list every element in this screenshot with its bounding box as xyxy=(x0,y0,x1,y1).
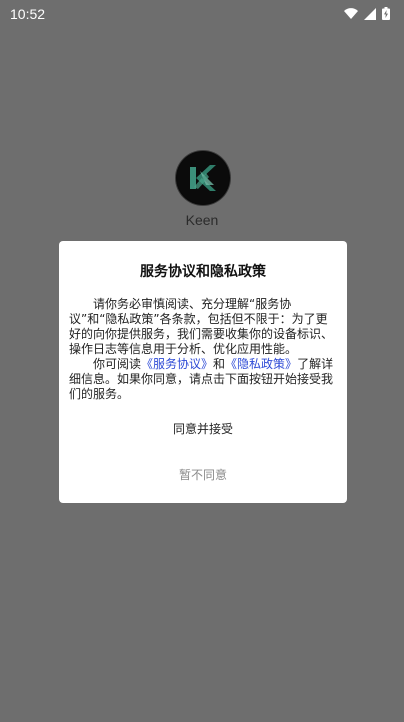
status-time: 10:52 xyxy=(10,6,46,22)
status-icons xyxy=(344,7,390,20)
paragraph-prefix: 你可阅读 xyxy=(93,357,142,371)
battery-charging-icon xyxy=(382,7,390,20)
dialog-body: 请你务必审慎阅读、充分理解“服务协议”和“隐私政策”各条款，包括但不限于：为了更… xyxy=(69,297,337,402)
privacy-policy-link[interactable]: 《隐私政策》 xyxy=(225,357,297,371)
decline-button[interactable]: 暂不同意 xyxy=(59,466,347,483)
links-paragraph: 你可阅读《服务协议》和《隐私政策》了解详细信息。如果你同意，请点击下面按钮开始接… xyxy=(69,357,337,402)
agreement-dialog: 服务协议和隐私政策 请你务必审慎阅读、充分理解“服务协议”和“隐私政策”各条款，… xyxy=(59,241,347,503)
keen-logo-icon xyxy=(176,151,230,205)
accept-button[interactable]: 同意并接受 xyxy=(59,420,347,437)
app-name: Keen xyxy=(185,212,219,228)
signal-icon xyxy=(364,7,376,20)
agreement-paragraph: 请你务必审慎阅读、充分理解“服务协议”和“隐私政策”各条款，包括但不限于：为了更… xyxy=(69,297,334,356)
conjunction-text: 和 xyxy=(213,357,226,371)
status-bar: 10:52 xyxy=(0,0,404,28)
dialog-title: 服务协议和隐私政策 xyxy=(140,264,266,280)
wifi-icon xyxy=(344,7,358,20)
service-agreement-link[interactable]: 《服务协议》 xyxy=(141,357,213,371)
